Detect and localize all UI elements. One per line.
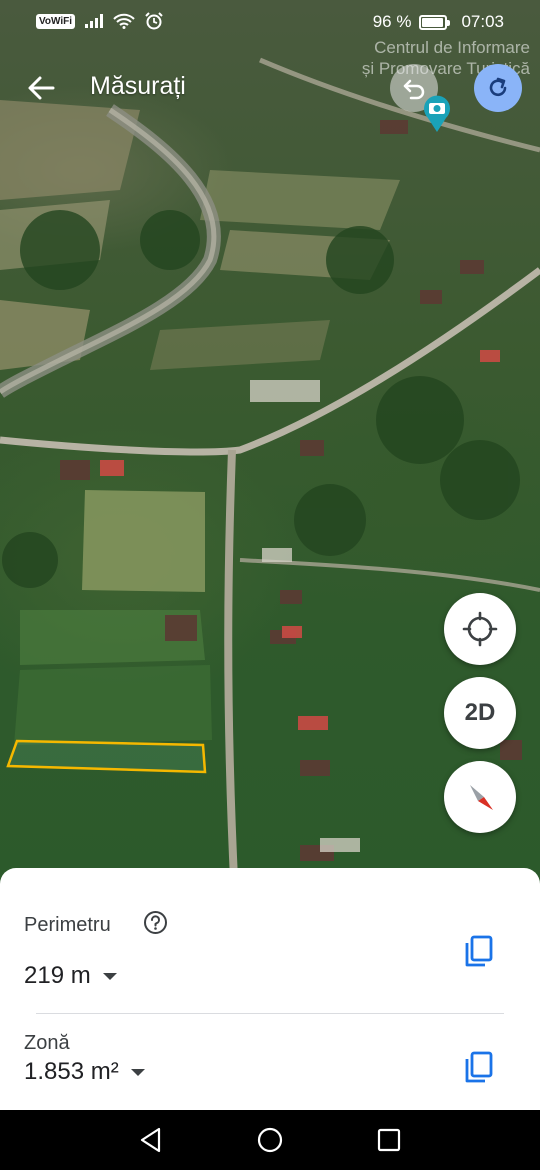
camera-pin-icon[interactable]: [420, 92, 454, 139]
measurement-sheet: Perimetru 219 m Zonă 1.853 m²: [0, 868, 540, 1110]
help-icon[interactable]: [143, 910, 168, 935]
copy-icon: [465, 935, 493, 967]
perimeter-value-selector[interactable]: 219 m: [24, 962, 117, 990]
wifi-icon: [113, 13, 135, 29]
system-nav-bar: [0, 1110, 540, 1170]
back-triangle-icon: [141, 1127, 161, 1153]
perimeter-label: Perimetru: [24, 914, 111, 936]
map-imagery: [0, 57, 540, 900]
signal-icon: [85, 14, 104, 28]
status-left: VoWiFi: [36, 12, 163, 30]
vowifi-badge: VoWiFi: [36, 13, 76, 29]
copy-perimeter-button[interactable]: [463, 934, 495, 968]
back-button[interactable]: [22, 70, 62, 106]
view-mode-button[interactable]: 2D: [444, 677, 516, 749]
attribution-line-1: Centrul de Informare: [374, 38, 530, 57]
my-location-button[interactable]: [444, 593, 516, 665]
divider: [36, 1013, 504, 1014]
compass-button[interactable]: [444, 761, 516, 833]
chevron-down-icon: [130, 1068, 145, 1076]
area-value: 1.853 m²: [24, 1058, 119, 1085]
perimeter-value: 219 m: [24, 962, 91, 989]
nav-home-button[interactable]: [250, 1120, 290, 1160]
area-label: Zonă: [24, 1032, 70, 1054]
redo-icon: [489, 77, 507, 97]
page-title: Măsurați: [90, 72, 186, 100]
nav-recents-button[interactable]: [369, 1120, 409, 1160]
battery-icon: [419, 14, 451, 30]
status-right: 96 % 07:03: [373, 12, 504, 32]
copy-icon: [465, 1051, 493, 1083]
battery-percent: 96 %: [372, 12, 412, 31]
arrow-back-icon: [28, 76, 55, 100]
recents-square-icon: [377, 1128, 400, 1152]
home-circle-icon: [257, 1127, 283, 1153]
copy-area-button[interactable]: [463, 1050, 495, 1084]
satellite-map[interactable]: [0, 0, 540, 900]
compass-icon: [470, 785, 493, 810]
measured-area-outline: [6, 739, 207, 774]
redo-button[interactable]: [474, 64, 522, 112]
my-location-icon: [462, 611, 498, 647]
nav-back-button[interactable]: [131, 1120, 171, 1160]
area-value-selector[interactable]: 1.853 m²: [24, 1058, 145, 1086]
alarm-icon: [145, 12, 163, 30]
chevron-down-icon: [102, 972, 117, 980]
clock: 07:03: [461, 12, 504, 31]
